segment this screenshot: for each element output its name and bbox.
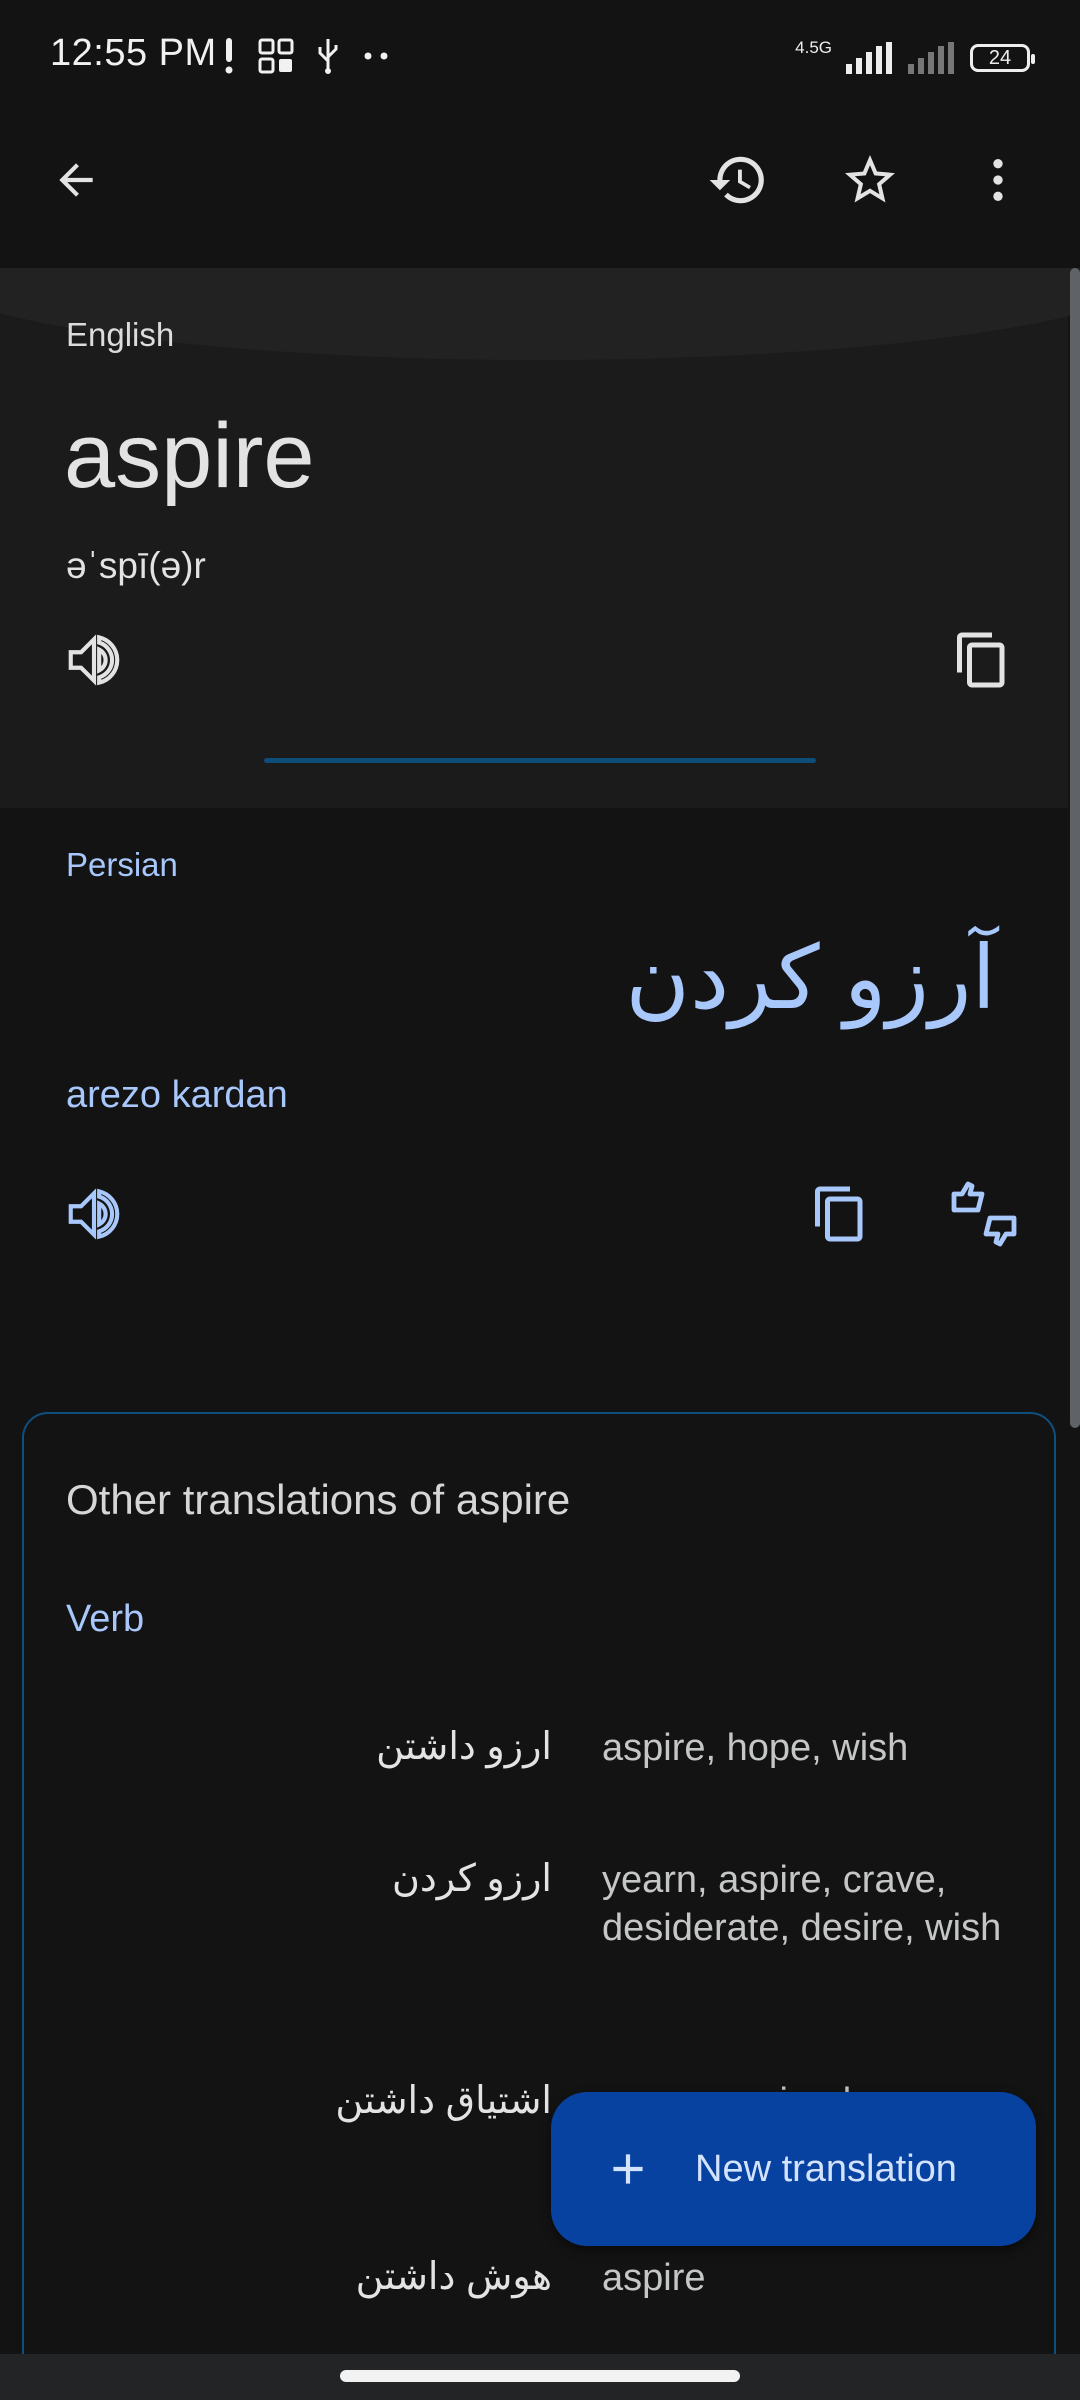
new-translation-label: New translation — [695, 2147, 957, 2190]
part-of-speech-label: Verb — [66, 1598, 145, 1640]
alert-icon — [225, 38, 233, 74]
top-app-bar — [0, 110, 1080, 270]
source-text[interactable]: aspire — [64, 410, 315, 502]
plus-icon — [613, 2154, 643, 2184]
copy-icon — [957, 632, 1005, 688]
apps-icon — [258, 38, 294, 74]
other-translations-title: Other translations of aspire — [66, 1476, 571, 1523]
status-notification-icons — [222, 34, 392, 78]
source-phonetic: əˈspī(ə)r — [66, 545, 206, 586]
history-icon — [709, 156, 764, 204]
battery-level: 24 — [988, 46, 1012, 69]
save-favorite-button[interactable] — [822, 132, 918, 228]
translation-copy-button[interactable] — [792, 1166, 888, 1262]
volume-icon — [68, 634, 120, 686]
translation-transliteration: arezo kardan — [66, 1074, 288, 1116]
signal-strength-2-icon — [908, 42, 954, 74]
signal-strength-icon — [846, 42, 892, 74]
scrollbar[interactable] — [1070, 268, 1080, 1428]
rate-translation-button[interactable] — [936, 1166, 1032, 1262]
arrow-back-icon — [59, 163, 93, 197]
home-gesture-handle[interactable] — [340, 2370, 740, 2382]
thumbs-up-down-icon — [951, 1181, 1017, 1247]
status-system-icons: 4.5G 24 — [795, 36, 1035, 80]
battery-icon: 24 — [970, 44, 1035, 72]
status-bar: 12:55 PM 4.5G 24 — [0, 0, 1080, 110]
source-copy-button[interactable] — [934, 612, 1030, 708]
back-button[interactable] — [28, 132, 124, 228]
translation-text[interactable]: آرزو کردن — [625, 929, 996, 1027]
source-language-label[interactable]: English — [66, 316, 174, 354]
translation-row-persian: ارزو داشتن — [376, 1726, 552, 1768]
target-language-label[interactable]: Persian — [66, 846, 178, 884]
status-time: 12:55 PM — [50, 32, 217, 74]
history-button[interactable] — [690, 132, 786, 228]
source-listen-button[interactable] — [46, 612, 142, 708]
translation-row-persian: هوش داشتن — [355, 2256, 552, 2298]
new-translation-button[interactable]: New translation — [551, 2092, 1036, 2246]
more-vertical-icon — [993, 159, 1003, 201]
star-outline-icon — [845, 155, 895, 203]
translation-row-english: aspire — [602, 2257, 706, 2299]
usb-icon — [318, 39, 338, 74]
volume-icon — [68, 1188, 120, 1240]
screen: 12:55 PM 4.5G 24 English aspire əˈspī(ə)… — [0, 0, 1080, 2400]
translation-row-english: yearn, aspire, crave, desiderate, desire… — [602, 1859, 1002, 1949]
translation-row-english: aspire, hope, wish — [602, 1727, 909, 1769]
network-type-label: 4.5G — [795, 38, 832, 57]
copy-icon — [815, 1186, 863, 1242]
more-notifications-icon — [364, 52, 388, 60]
more-options-button[interactable] — [950, 132, 1046, 228]
translation-row-persian: ارزو کردن — [391, 1858, 552, 1900]
translation-row-persian: اشتیاق داشتن — [335, 2080, 552, 2122]
section-divider — [264, 758, 816, 763]
translation-listen-button[interactable] — [46, 1166, 142, 1262]
